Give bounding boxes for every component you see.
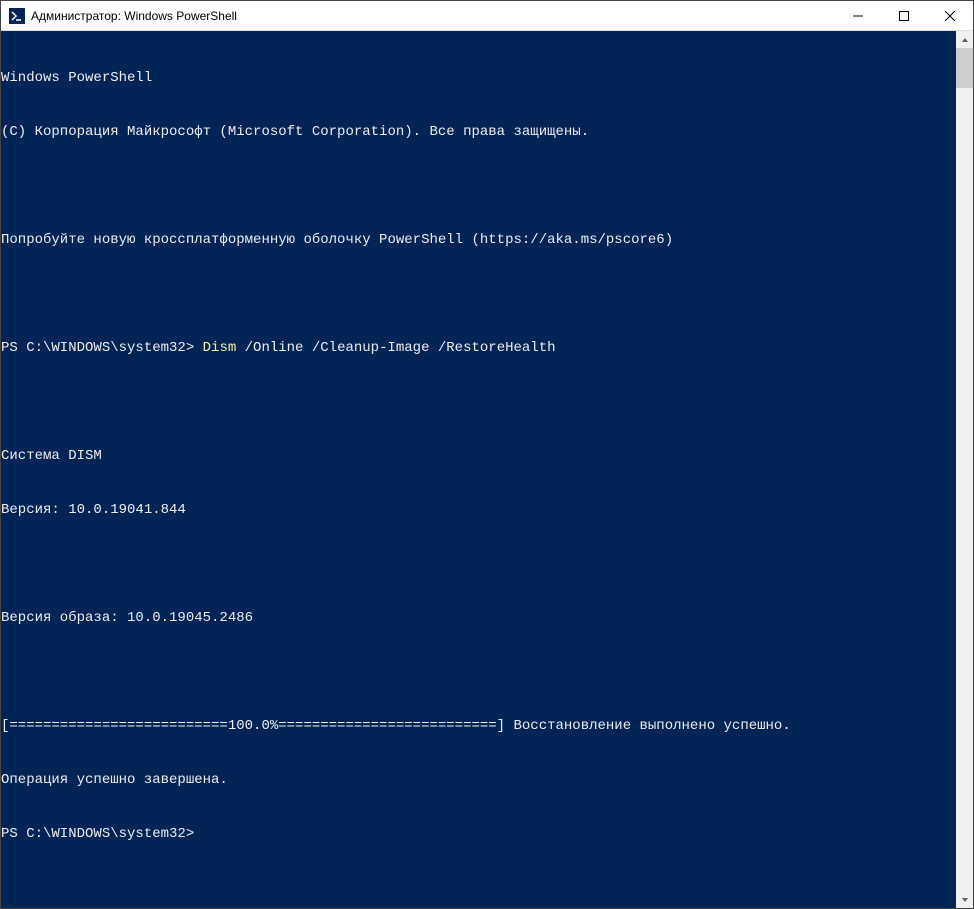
terminal-output[interactable]: Windows PowerShell (C) Корпорация Майкро… (1, 31, 956, 908)
powershell-window: Администратор: Windows PowerShell Window… (0, 0, 974, 909)
window-controls (835, 1, 973, 30)
output-line: Версия образа: 10.0.19045.2486 (1, 609, 956, 627)
vertical-scrollbar[interactable] (956, 31, 973, 908)
output-line: (C) Корпорация Майкрософт (Microsoft Cor… (1, 123, 956, 141)
output-line: Windows PowerShell (1, 69, 956, 87)
scroll-up-button[interactable] (956, 31, 973, 48)
terminal-area: Windows PowerShell (C) Корпорация Майкро… (1, 31, 973, 908)
output-line (1, 285, 956, 303)
prompt: PS C:\WINDOWS\system32> (1, 340, 203, 356)
prompt-line: PS C:\WINDOWS\system32> (1, 825, 956, 843)
progress-line: [==========================100.0%=======… (1, 717, 956, 735)
maximize-button[interactable] (881, 1, 927, 30)
output-line (1, 393, 956, 411)
close-button[interactable] (927, 1, 973, 30)
output-line (1, 663, 956, 681)
command-name: Dism (203, 340, 237, 356)
command-line: PS C:\WINDOWS\system32> Dism /Online /Cl… (1, 339, 956, 357)
minimize-button[interactable] (835, 1, 881, 30)
output-line (1, 555, 956, 573)
output-line: Cистема DISM (1, 447, 956, 465)
output-line: Попробуйте новую кроссплатформенную обол… (1, 231, 956, 249)
titlebar[interactable]: Администратор: Windows PowerShell (1, 1, 973, 31)
scroll-track[interactable] (956, 48, 973, 891)
scroll-down-button[interactable] (956, 891, 973, 908)
command-args: /Online /Cleanup-Image /RestoreHealth (236, 340, 555, 356)
scroll-thumb[interactable] (956, 48, 973, 88)
output-line: Версия: 10.0.19041.844 (1, 501, 956, 519)
output-line: Операция успешно завершена. (1, 771, 956, 789)
powershell-icon (9, 8, 25, 24)
window-title: Администратор: Windows PowerShell (31, 9, 835, 23)
output-line (1, 177, 956, 195)
